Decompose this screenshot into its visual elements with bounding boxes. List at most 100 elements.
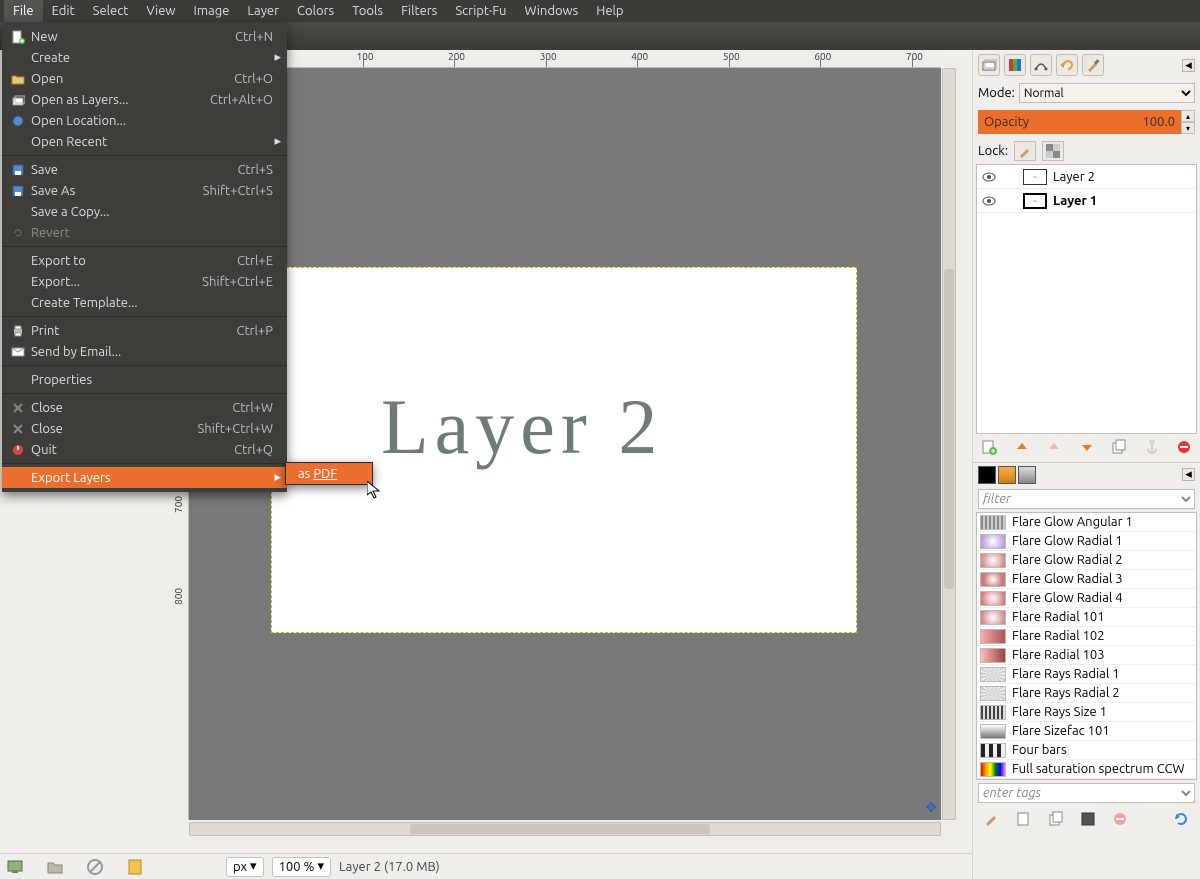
visibility-icon[interactable]: [981, 193, 997, 209]
menu-item-save[interactable]: SaveCtrl+S: [2, 159, 287, 180]
menu-item-export-to[interactable]: Export toCtrl+E: [2, 250, 287, 271]
menu-item-open[interactable]: OpenCtrl+O: [2, 68, 287, 89]
new-layer-button[interactable]: [979, 438, 999, 456]
gradient-thumbnail: [980, 667, 1006, 682]
menu-item-create[interactable]: Create▸: [2, 47, 287, 68]
brush-tab[interactable]: [1082, 54, 1104, 76]
menu-item-open-recent[interactable]: Open Recent▸: [2, 131, 287, 152]
folder-icon[interactable]: [46, 858, 64, 876]
menu-script-fu[interactable]: Script-Fu: [446, 0, 515, 22]
menu-image[interactable]: Image: [185, 0, 239, 22]
raise-layer-button[interactable]: [1012, 438, 1032, 456]
gradient-item[interactable]: Flare Glow Radial 4: [977, 589, 1196, 608]
canvas-viewport[interactable]: Layer 2 ✥: [189, 68, 941, 820]
gradient-item[interactable]: Full saturation spectrum CCW: [977, 760, 1196, 779]
lower-layer-button[interactable]: [1044, 438, 1064, 456]
vertical-scrollbar[interactable]: [942, 68, 956, 820]
menu-select[interactable]: Select: [84, 0, 138, 22]
menu-item-send-by-email-[interactable]: Send by Email...: [2, 341, 287, 362]
collapse-icon[interactable]: ◂: [1182, 468, 1195, 481]
gradient-item[interactable]: Flare Radial 103: [977, 646, 1196, 665]
menu-layer[interactable]: Layer: [238, 0, 288, 22]
lower2-layer-button[interactable]: [1077, 438, 1097, 456]
layer-thumbnail: ~: [1023, 169, 1047, 185]
block-icon[interactable]: [86, 858, 104, 876]
menu-colors[interactable]: Colors: [288, 0, 343, 22]
anchor-layer-button[interactable]: [1142, 438, 1162, 456]
layer-item[interactable]: ~Layer 2: [977, 165, 1196, 189]
new-gradient-button[interactable]: [1015, 810, 1033, 828]
units-dropdown[interactable]: px ▾: [226, 857, 264, 877]
menu-item-close[interactable]: CloseCtrl+W: [2, 397, 287, 418]
gradient-item[interactable]: Flare Radial 101: [977, 608, 1196, 627]
opacity-spinner[interactable]: ▴▾: [1181, 110, 1195, 134]
opacity-slider[interactable]: Opacity 100.0: [978, 110, 1181, 134]
layer-item[interactable]: ~Layer 1: [977, 189, 1196, 213]
desktop-icon[interactable]: [6, 858, 24, 876]
lock-pixels-button[interactable]: [1014, 141, 1036, 161]
gradient-item[interactable]: Flare Glow Radial 2: [977, 551, 1196, 570]
menu-item-open-as-layers-[interactable]: Open as Layers...Ctrl+Alt+O: [2, 89, 287, 110]
duplicate-gradient-button[interactable]: [1047, 810, 1065, 828]
gradient-item[interactable]: Four bars: [977, 741, 1196, 760]
menu-edit[interactable]: Edit: [43, 0, 84, 22]
undo-tab[interactable]: [1056, 54, 1078, 76]
menu-item-print[interactable]: PrintCtrl+P: [2, 320, 287, 341]
filter-select[interactable]: filter: [978, 489, 1195, 509]
gradient-item[interactable]: Flare Radial 102: [977, 627, 1196, 646]
tags-select[interactable]: enter tags: [978, 783, 1195, 803]
gradient-thumbnail: [980, 743, 1006, 758]
note-icon[interactable]: [126, 858, 144, 876]
horizontal-scrollbar[interactable]: [189, 822, 941, 836]
menu-tools[interactable]: Tools: [343, 0, 392, 22]
delete-layer-button[interactable]: [1174, 438, 1194, 456]
as-pdf-item[interactable]: as PDF: [286, 463, 372, 484]
gradient-item[interactable]: Flare Glow Radial 1: [977, 532, 1196, 551]
gradient-item[interactable]: Flare Rays Radial 2: [977, 684, 1196, 703]
gradient-name: Flare Glow Radial 4: [1012, 591, 1123, 605]
paths-tab[interactable]: [1030, 54, 1052, 76]
artboard[interactable]: Layer 2: [271, 267, 857, 633]
menu-windows[interactable]: Windows: [515, 0, 587, 22]
gradient-item[interactable]: Flare Rays Radial 1: [977, 665, 1196, 684]
layers-tab[interactable]: [978, 54, 1000, 76]
menu-item-revert[interactable]: Revert: [2, 222, 287, 243]
menu-item-export-[interactable]: Export...Shift+Ctrl+E: [2, 271, 287, 292]
menu-item-quit[interactable]: QuitCtrl+Q: [2, 439, 287, 460]
edit-gradient-button[interactable]: [983, 810, 1001, 828]
pattern-tab[interactable]: [1018, 466, 1036, 484]
blend-mode-select[interactable]: Normal: [1019, 83, 1195, 103]
menu-item-create-template-[interactable]: Create Template...: [2, 292, 287, 313]
gradient-item[interactable]: Flare Sizefac 101: [977, 722, 1196, 741]
menu-item-properties[interactable]: Properties: [2, 369, 287, 390]
navigation-icon[interactable]: ✥: [925, 799, 937, 816]
gradient-item[interactable]: Flare Glow Radial 3: [977, 570, 1196, 589]
menu-help[interactable]: Help: [587, 0, 632, 22]
mail-icon: [10, 345, 25, 359]
menu-item-open-location-[interactable]: Open Location...: [2, 110, 287, 131]
channels-tab[interactable]: [1004, 54, 1026, 76]
lock-alpha-button[interactable]: [1042, 141, 1064, 161]
menu-item-label: Properties: [31, 373, 92, 387]
menu-filters[interactable]: Filters: [392, 0, 446, 22]
gradient-item[interactable]: Flare Glow Angular 1: [977, 513, 1196, 532]
visibility-icon[interactable]: [981, 169, 997, 185]
menu-item-export-layers[interactable]: Export Layers▸: [2, 467, 287, 488]
duplicate-layer-button[interactable]: [1109, 438, 1129, 456]
gradient-thumbnail: [980, 515, 1006, 530]
fg-color-tab[interactable]: [978, 466, 996, 484]
menu-item-new[interactable]: NewCtrl+N: [2, 26, 287, 47]
gradient-list[interactable]: Flare Glow Angular 1Flare Glow Radial 1F…: [976, 512, 1197, 780]
delete-gradient-button[interactable]: [1111, 810, 1129, 828]
menu-item-save-as[interactable]: Save AsShift+Ctrl+S: [2, 180, 287, 201]
menu-file[interactable]: File: [4, 0, 43, 22]
collapse-icon[interactable]: ◂: [1182, 59, 1195, 72]
gradient-item[interactable]: Flare Rays Size 1: [977, 703, 1196, 722]
refresh-gradient-button[interactable]: [1172, 810, 1190, 828]
zoom-dropdown[interactable]: 100 % ▾: [272, 857, 331, 877]
menu-view[interactable]: View: [137, 0, 184, 22]
copy-gradient-button[interactable]: [1079, 810, 1097, 828]
menu-item-save-a-copy-[interactable]: Save a Copy...: [2, 201, 287, 222]
gradient-tab[interactable]: [998, 466, 1016, 484]
menu-item-close[interactable]: CloseShift+Ctrl+W: [2, 418, 287, 439]
